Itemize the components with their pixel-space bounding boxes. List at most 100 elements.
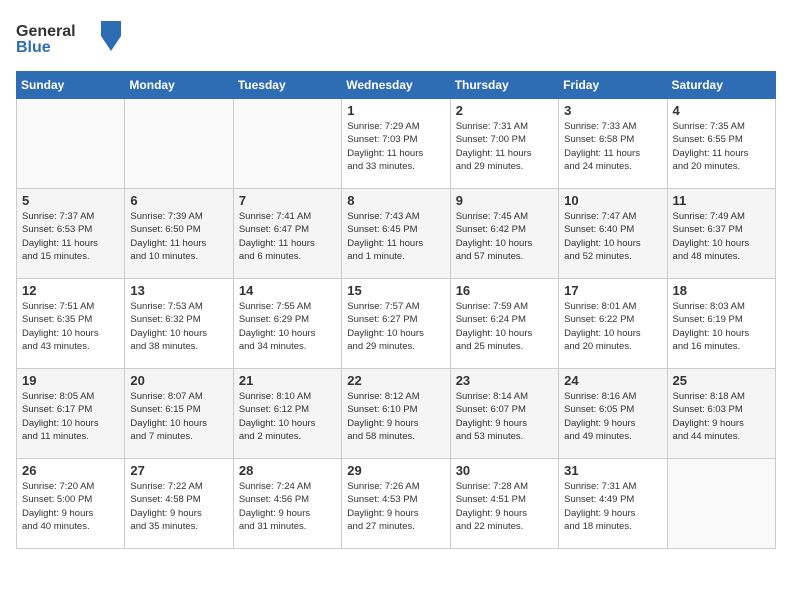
day-number: 18 xyxy=(673,283,770,298)
day-number: 24 xyxy=(564,373,661,388)
calendar-cell: 19 Sunrise: 8:05 AM Sunset: 6:17 PM Dayli… xyxy=(17,369,125,459)
day-info: Sunrise: 8:12 AM Sunset: 6:10 PM Dayligh… xyxy=(347,390,444,443)
day-info: Sunrise: 7:22 AM Sunset: 4:58 PM Dayligh… xyxy=(130,480,227,533)
calendar-cell: 20 Sunrise: 8:07 AM Sunset: 6:15 PM Dayli… xyxy=(125,369,233,459)
svg-text:Blue: Blue xyxy=(16,39,51,56)
calendar-cell: 2 Sunrise: 7:31 AM Sunset: 7:00 PM Daylig… xyxy=(450,99,558,189)
day-info: Sunrise: 7:43 AM Sunset: 6:45 PM Dayligh… xyxy=(347,210,444,263)
day-number: 5 xyxy=(22,193,119,208)
calendar-cell xyxy=(667,459,775,549)
day-info: Sunrise: 8:10 AM Sunset: 6:12 PM Dayligh… xyxy=(239,390,336,443)
day-number: 12 xyxy=(22,283,119,298)
day-number: 19 xyxy=(22,373,119,388)
calendar-cell: 25 Sunrise: 8:18 AM Sunset: 6:03 PM Dayli… xyxy=(667,369,775,459)
weekday-header: Saturday xyxy=(667,72,775,99)
calendar-cell: 9 Sunrise: 7:45 AM Sunset: 6:42 PM Daylig… xyxy=(450,189,558,279)
day-number: 26 xyxy=(22,463,119,478)
day-info: Sunrise: 8:07 AM Sunset: 6:15 PM Dayligh… xyxy=(130,390,227,443)
day-info: Sunrise: 7:59 AM Sunset: 6:24 PM Dayligh… xyxy=(456,300,553,353)
calendar-cell: 13 Sunrise: 7:53 AM Sunset: 6:32 PM Dayli… xyxy=(125,279,233,369)
calendar-cell: 10 Sunrise: 7:47 AM Sunset: 6:40 PM Dayli… xyxy=(559,189,667,279)
day-info: Sunrise: 8:01 AM Sunset: 6:22 PM Dayligh… xyxy=(564,300,661,353)
day-number: 25 xyxy=(673,373,770,388)
calendar-cell: 23 Sunrise: 8:14 AM Sunset: 6:07 PM Dayli… xyxy=(450,369,558,459)
calendar-cell xyxy=(125,99,233,189)
weekday-header: Wednesday xyxy=(342,72,450,99)
day-info: Sunrise: 7:41 AM Sunset: 6:47 PM Dayligh… xyxy=(239,210,336,263)
day-info: Sunrise: 8:14 AM Sunset: 6:07 PM Dayligh… xyxy=(456,390,553,443)
day-number: 4 xyxy=(673,103,770,118)
calendar-cell: 12 Sunrise: 7:51 AM Sunset: 6:35 PM Dayli… xyxy=(17,279,125,369)
calendar-cell: 24 Sunrise: 8:16 AM Sunset: 6:05 PM Dayli… xyxy=(559,369,667,459)
day-info: Sunrise: 8:18 AM Sunset: 6:03 PM Dayligh… xyxy=(673,390,770,443)
calendar-cell: 21 Sunrise: 8:10 AM Sunset: 6:12 PM Dayli… xyxy=(233,369,341,459)
day-number: 20 xyxy=(130,373,227,388)
weekday-header: Thursday xyxy=(450,72,558,99)
calendar-table: SundayMondayTuesdayWednesdayThursdayFrid… xyxy=(16,71,776,549)
calendar-cell: 16 Sunrise: 7:59 AM Sunset: 6:24 PM Dayli… xyxy=(450,279,558,369)
day-number: 27 xyxy=(130,463,227,478)
day-info: Sunrise: 8:03 AM Sunset: 6:19 PM Dayligh… xyxy=(673,300,770,353)
calendar-cell: 18 Sunrise: 8:03 AM Sunset: 6:19 PM Dayli… xyxy=(667,279,775,369)
calendar-cell: 14 Sunrise: 7:55 AM Sunset: 6:29 PM Dayli… xyxy=(233,279,341,369)
day-info: Sunrise: 7:55 AM Sunset: 6:29 PM Dayligh… xyxy=(239,300,336,353)
calendar-cell xyxy=(233,99,341,189)
calendar-cell: 7 Sunrise: 7:41 AM Sunset: 6:47 PM Daylig… xyxy=(233,189,341,279)
calendar-cell: 15 Sunrise: 7:57 AM Sunset: 6:27 PM Dayli… xyxy=(342,279,450,369)
calendar-cell: 11 Sunrise: 7:49 AM Sunset: 6:37 PM Dayli… xyxy=(667,189,775,279)
day-number: 1 xyxy=(347,103,444,118)
day-info: Sunrise: 7:49 AM Sunset: 6:37 PM Dayligh… xyxy=(673,210,770,263)
calendar-cell: 3Sunrise: 7:33 AM Sunset: 6:58 PM Daylig… xyxy=(559,99,667,189)
day-number: 29 xyxy=(347,463,444,478)
day-info: Sunrise: 7:37 AM Sunset: 6:53 PM Dayligh… xyxy=(22,210,119,263)
calendar-cell: 29 Sunrise: 7:26 AM Sunset: 4:53 PM Dayli… xyxy=(342,459,450,549)
day-info: Sunrise: 7:39 AM Sunset: 6:50 PM Dayligh… xyxy=(130,210,227,263)
day-number: 13 xyxy=(130,283,227,298)
day-number: 7 xyxy=(239,193,336,208)
day-number: 9 xyxy=(456,193,553,208)
day-number: 10 xyxy=(564,193,661,208)
day-number: 8 xyxy=(347,193,444,208)
day-info: Sunrise: 8:16 AM Sunset: 6:05 PM Dayligh… xyxy=(564,390,661,443)
day-number: 22 xyxy=(347,373,444,388)
day-info: Sunrise: 7:35 AM Sunset: 6:55 PM Dayligh… xyxy=(673,120,770,173)
day-number: 6 xyxy=(130,193,227,208)
calendar-cell: 6 Sunrise: 7:39 AM Sunset: 6:50 PM Daylig… xyxy=(125,189,233,279)
day-info: Sunrise: 7:24 AM Sunset: 4:56 PM Dayligh… xyxy=(239,480,336,533)
page-header: General Blue xyxy=(16,16,776,61)
weekday-header: Sunday xyxy=(17,72,125,99)
day-info: Sunrise: 7:33 AM Sunset: 6:58 PM Dayligh… xyxy=(564,120,661,173)
calendar-cell: 22 Sunrise: 8:12 AM Sunset: 6:10 PM Dayli… xyxy=(342,369,450,459)
calendar-header: SundayMondayTuesdayWednesdayThursdayFrid… xyxy=(17,72,776,99)
day-info: Sunrise: 7:45 AM Sunset: 6:42 PM Dayligh… xyxy=(456,210,553,263)
day-number: 14 xyxy=(239,283,336,298)
day-number: 15 xyxy=(347,283,444,298)
day-info: Sunrise: 7:29 AM Sunset: 7:03 PM Dayligh… xyxy=(347,120,444,173)
day-info: Sunrise: 8:05 AM Sunset: 6:17 PM Dayligh… xyxy=(22,390,119,443)
day-info: Sunrise: 7:53 AM Sunset: 6:32 PM Dayligh… xyxy=(130,300,227,353)
logo-text: General Blue xyxy=(16,16,126,61)
calendar-cell: 17 Sunrise: 8:01 AM Sunset: 6:22 PM Dayli… xyxy=(559,279,667,369)
day-number: 21 xyxy=(239,373,336,388)
day-number: 2 xyxy=(456,103,553,118)
calendar-cell: 1 Sunrise: 7:29 AM Sunset: 7:03 PM Daylig… xyxy=(342,99,450,189)
day-number: 31 xyxy=(564,463,661,478)
day-number: 16 xyxy=(456,283,553,298)
weekday-header: Friday xyxy=(559,72,667,99)
day-info: Sunrise: 7:31 AM Sunset: 7:00 PM Dayligh… xyxy=(456,120,553,173)
logo: General Blue xyxy=(16,16,126,61)
day-number: 17 xyxy=(564,283,661,298)
day-info: Sunrise: 7:26 AM Sunset: 4:53 PM Dayligh… xyxy=(347,480,444,533)
day-info: Sunrise: 7:51 AM Sunset: 6:35 PM Dayligh… xyxy=(22,300,119,353)
day-info: Sunrise: 7:28 AM Sunset: 4:51 PM Dayligh… xyxy=(456,480,553,533)
day-info: Sunrise: 7:57 AM Sunset: 6:27 PM Dayligh… xyxy=(347,300,444,353)
day-info: Sunrise: 7:31 AM Sunset: 4:49 PM Dayligh… xyxy=(564,480,661,533)
day-number: 11 xyxy=(673,193,770,208)
day-info: Sunrise: 7:47 AM Sunset: 6:40 PM Dayligh… xyxy=(564,210,661,263)
day-number: 28 xyxy=(239,463,336,478)
calendar-cell: 26Sunrise: 7:20 AM Sunset: 5:00 PM Dayli… xyxy=(17,459,125,549)
day-number: 23 xyxy=(456,373,553,388)
calendar-cell: 5 Sunrise: 7:37 AM Sunset: 6:53 PM Daylig… xyxy=(17,189,125,279)
calendar-cell xyxy=(17,99,125,189)
calendar-cell: 31 Sunrise: 7:31 AM Sunset: 4:49 PM Dayli… xyxy=(559,459,667,549)
